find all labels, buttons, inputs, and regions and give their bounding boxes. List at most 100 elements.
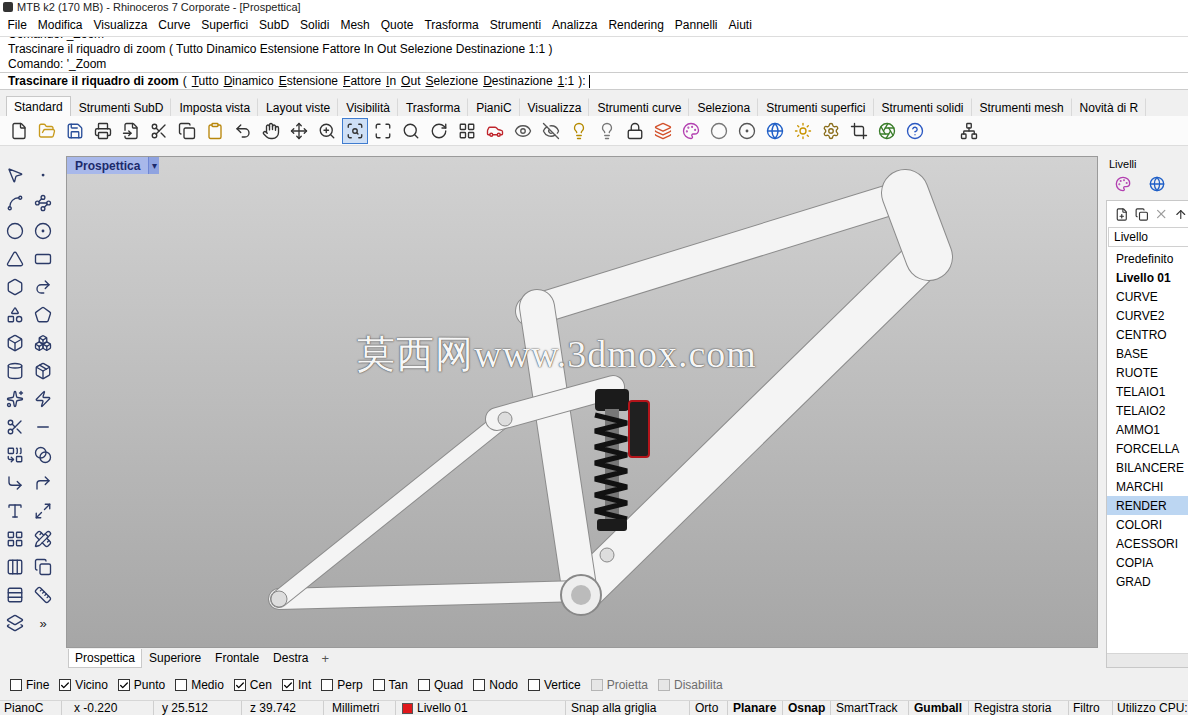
- layer-row[interactable]: BILANCERE: [1107, 458, 1188, 477]
- osnap-option[interactable]: Punto: [118, 678, 165, 692]
- toolbar-tab[interactable]: Layout viste: [258, 98, 338, 116]
- status-toggle[interactable]: Registra storia: [969, 701, 1069, 715]
- toolbar-button[interactable]: [790, 118, 816, 144]
- status-toggle[interactable]: Orto: [690, 701, 728, 715]
- side-tool-button[interactable]: [30, 414, 56, 440]
- toolbar-button[interactable]: [902, 118, 928, 144]
- side-tool-button[interactable]: [2, 330, 28, 356]
- toolbar-button[interactable]: [538, 118, 564, 144]
- perspective-viewport[interactable]: Prospettica▾莫西网www.3dmox.com: [66, 156, 1098, 648]
- toolbar-button[interactable]: [258, 118, 284, 144]
- checkbox[interactable]: [10, 679, 22, 691]
- checkbox[interactable]: [118, 679, 130, 691]
- osnap-option[interactable]: Vertice: [528, 678, 581, 692]
- layer-row[interactable]: ACESSORI: [1107, 534, 1188, 553]
- toolbar-button[interactable]: [706, 118, 732, 144]
- side-tool-button[interactable]: [2, 386, 28, 412]
- side-tool-button[interactable]: [30, 330, 56, 356]
- layer-row[interactable]: CENTRO: [1107, 325, 1188, 344]
- toolbar-button[interactable]: [594, 118, 620, 144]
- bike-frame-model[interactable]: [67, 157, 1098, 648]
- toolbar-tab[interactable]: Standard: [6, 96, 71, 116]
- command-option[interactable]: Estensione: [279, 74, 338, 88]
- command-option[interactable]: Selezione: [425, 74, 478, 88]
- side-tool-button[interactable]: [30, 386, 56, 412]
- status-toggle[interactable]: Gumball: [909, 701, 969, 715]
- toolbar-button[interactable]: [566, 118, 592, 144]
- layer-row[interactable]: RUOTE: [1107, 363, 1188, 382]
- viewport-tab[interactable]: Superiore: [142, 649, 208, 668]
- toolbar-button[interactable]: [174, 118, 200, 144]
- checkbox[interactable]: [175, 679, 187, 691]
- layer-row[interactable]: FORCELLA: [1107, 439, 1188, 458]
- toolbar-button[interactable]: [230, 118, 256, 144]
- add-viewport-button[interactable]: +: [315, 651, 335, 666]
- menu-item[interactable]: Visualizza: [88, 17, 153, 33]
- menu-item[interactable]: Analizza: [547, 17, 603, 33]
- status-toggle[interactable]: SmartTrack: [831, 701, 909, 715]
- status-toggle[interactable]: Snap alla griglia: [566, 701, 690, 715]
- osnap-option[interactable]: Cen: [234, 678, 272, 692]
- toolbar-button[interactable]: [118, 118, 144, 144]
- toolbar-button[interactable]: [6, 118, 32, 144]
- layer-row[interactable]: MARCHI: [1107, 477, 1188, 496]
- layer-row[interactable]: Livello 01: [1107, 268, 1188, 287]
- layer-row[interactable]: GRAD: [1107, 572, 1188, 591]
- menu-item[interactable]: Solidi: [295, 17, 335, 33]
- layer-row[interactable]: AMMO1: [1107, 420, 1188, 439]
- toolbar-button[interactable]: [454, 118, 480, 144]
- side-tool-button[interactable]: [30, 498, 56, 524]
- panel-tab[interactable]: [1114, 175, 1132, 193]
- toolbar-tab[interactable]: PianiC: [468, 98, 519, 116]
- new-sublayer-icon[interactable]: [1135, 207, 1149, 222]
- side-tool-button[interactable]: [2, 414, 28, 440]
- toolbar-tab[interactable]: Novità di R: [1072, 98, 1147, 116]
- checkbox[interactable]: [59, 679, 71, 691]
- side-tool-button[interactable]: [30, 246, 56, 272]
- toolbar-tab[interactable]: Strumenti SubD: [71, 98, 172, 116]
- side-tool-button[interactable]: [2, 554, 28, 580]
- layer-row[interactable]: Predefinito: [1107, 249, 1188, 268]
- checkbox[interactable]: [373, 679, 385, 691]
- command-option[interactable]: Out: [401, 74, 420, 88]
- command-option[interactable]: 1:1: [558, 74, 575, 88]
- toolbar-button[interactable]: [818, 118, 844, 144]
- menu-item[interactable]: Superfici: [196, 17, 254, 33]
- checkbox[interactable]: [234, 679, 246, 691]
- menu-item[interactable]: Pannelli: [669, 17, 723, 33]
- checkbox[interactable]: [282, 679, 294, 691]
- status-toggle[interactable]: Osnap: [783, 701, 831, 715]
- toolbar-button[interactable]: [762, 118, 788, 144]
- side-tool-button[interactable]: [2, 526, 28, 552]
- checkbox[interactable]: [418, 679, 430, 691]
- side-tool-button[interactable]: [30, 442, 56, 468]
- side-tool-button[interactable]: [30, 470, 56, 496]
- side-tool-button[interactable]: [30, 274, 56, 300]
- osnap-option[interactable]: Int: [282, 678, 311, 692]
- toolbar-tab[interactable]: Strumenti curve: [589, 98, 689, 116]
- layer-row[interactable]: CURVE: [1107, 287, 1188, 306]
- layer-column-header[interactable]: Livello: [1108, 227, 1188, 247]
- delete-layer-icon[interactable]: [1154, 206, 1168, 222]
- menu-item[interactable]: Mesh: [335, 17, 375, 33]
- viewport-title[interactable]: Prospettica: [67, 157, 148, 174]
- command-option[interactable]: Fattore: [343, 74, 381, 88]
- toolbar-button[interactable]: [146, 118, 172, 144]
- command-option[interactable]: In: [386, 74, 396, 88]
- osnap-option[interactable]: Medio: [175, 678, 224, 692]
- toolbar-button[interactable]: [734, 118, 760, 144]
- menu-item[interactable]: Aiuti: [723, 17, 757, 33]
- toolbar-button[interactable]: [650, 118, 676, 144]
- osnap-option[interactable]: Disabilita: [658, 678, 723, 692]
- toolbar-button[interactable]: [90, 118, 116, 144]
- side-tool-button[interactable]: [30, 190, 56, 216]
- toolbar-tab[interactable]: Strumenti superfici: [758, 98, 873, 116]
- move-up-icon[interactable]: [1174, 207, 1188, 222]
- toolbar-button[interactable]: [62, 118, 88, 144]
- side-tool-button[interactable]: [2, 470, 28, 496]
- menu-item[interactable]: SubD: [254, 17, 295, 33]
- status-toggle[interactable]: Planare: [728, 701, 783, 715]
- toolbar-tab[interactable]: Visualizza: [520, 98, 590, 116]
- layer-row[interactable]: COPIA: [1107, 553, 1188, 572]
- command-option[interactable]: Destinazione: [483, 74, 552, 88]
